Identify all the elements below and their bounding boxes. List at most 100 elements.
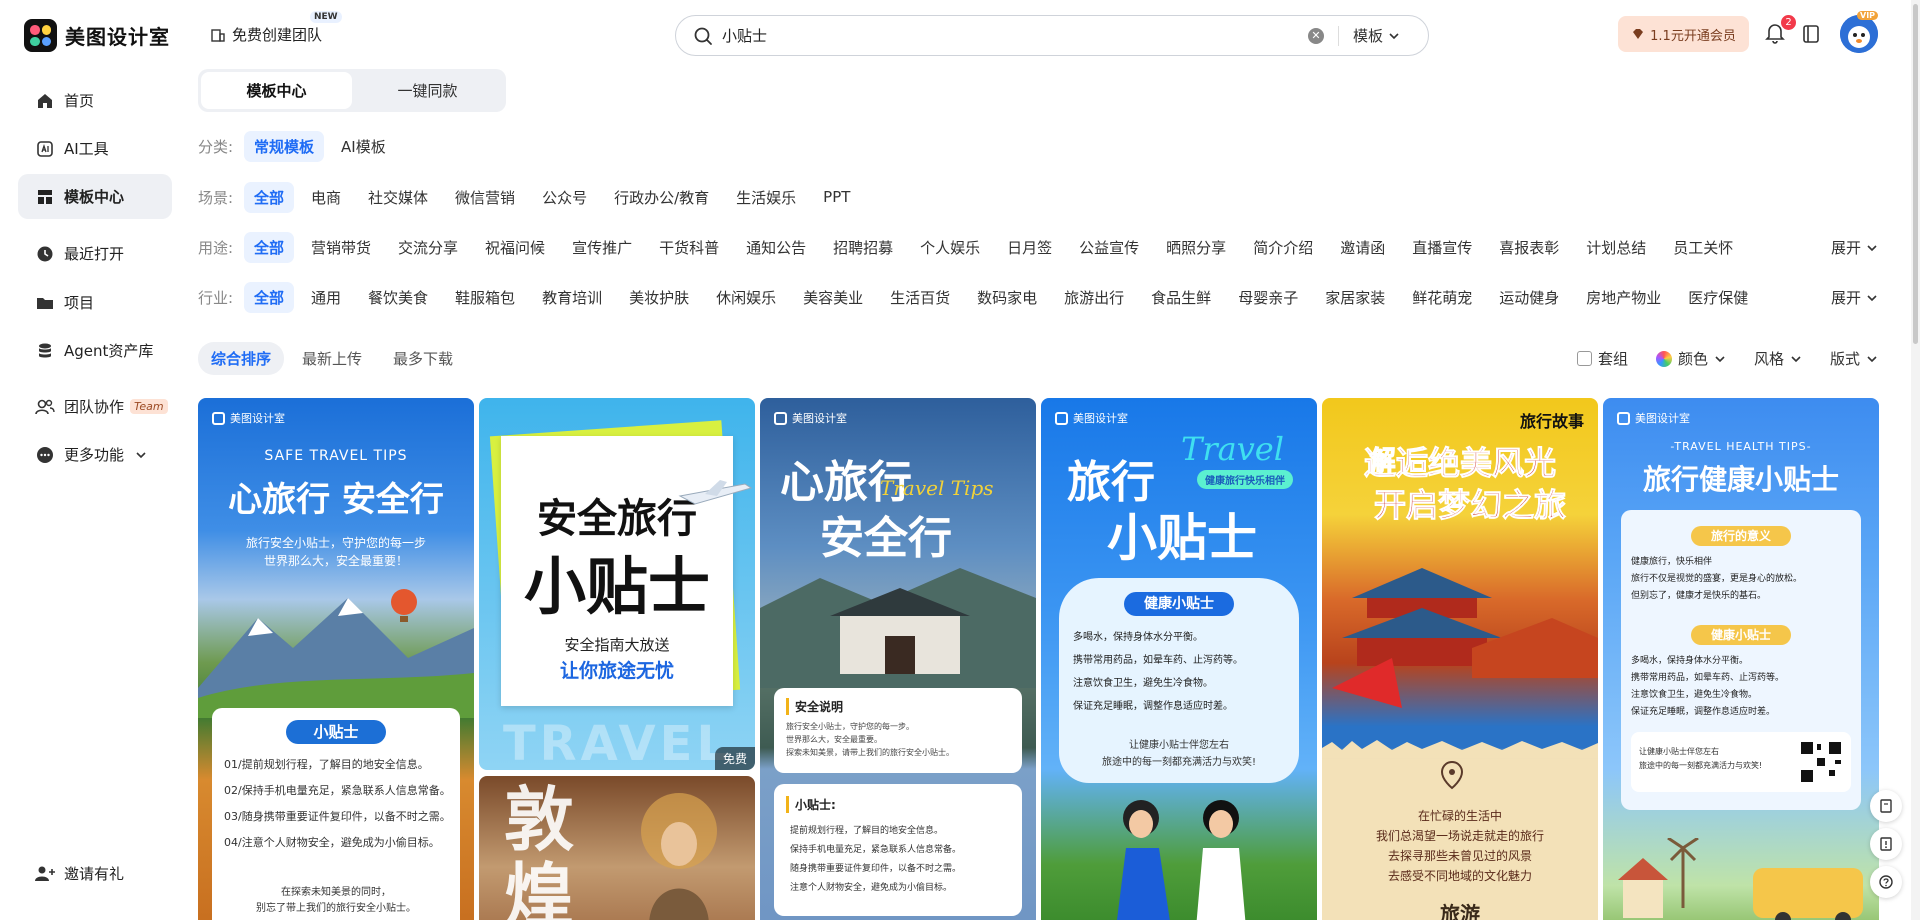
filter-option[interactable]: PPT	[813, 183, 860, 211]
countryside-illustration	[1618, 838, 1863, 920]
panel-line: 保持手机电量充足，紧急联系人信息常备。	[790, 845, 962, 855]
sidebar-item-team[interactable]: 团队协作 Team	[18, 384, 172, 429]
card-footer: 别忘了带上我们的旅行安全小贴士。	[256, 903, 416, 914]
search-input[interactable]	[722, 26, 1308, 45]
filter-option[interactable]: 晒照分享	[1156, 232, 1236, 263]
filter-option[interactable]: 餐饮美食	[358, 282, 438, 313]
filter-option[interactable]: 休闲娱乐	[706, 282, 786, 313]
sort-option[interactable]: 综合排序	[198, 341, 285, 375]
sidebar-item-projects[interactable]: 项目	[18, 280, 172, 325]
filter-option[interactable]: 日月签	[997, 232, 1062, 263]
filter-option[interactable]: 家居家装	[1315, 282, 1395, 313]
filter-option[interactable]: 母婴亲子	[1228, 282, 1308, 313]
tab-one-click-same[interactable]: 一键同款	[352, 72, 503, 109]
color-filter-dropdown[interactable]: 颜色	[1655, 348, 1726, 369]
filter-option[interactable]: 公众号	[532, 182, 597, 213]
app-logo[interactable]: 美图设计室	[24, 19, 170, 52]
filter-option[interactable]: 营销带货	[301, 232, 381, 263]
template-card[interactable]: 美图设计室 SAFE TRAVEL TIPS 心旅行 安全行 旅行安全小贴士，守…	[198, 398, 474, 920]
filter-option[interactable]: 员工关怀	[1663, 232, 1743, 263]
tab-template-center[interactable]: 模板中心	[201, 72, 352, 109]
sort-option[interactable]: 最多下载	[380, 342, 466, 375]
notification-button[interactable]: 2	[1765, 15, 1796, 48]
floating-edit-button[interactable]	[1870, 790, 1902, 822]
template-card[interactable]: 敦煌	[479, 776, 755, 920]
filter-option[interactable]: 干货科普	[649, 232, 729, 263]
expand-industry-button[interactable]: 展开	[1831, 287, 1878, 308]
filter-option[interactable]: 教育培训	[532, 282, 612, 313]
filter-option[interactable]: 简介介绍	[1243, 232, 1323, 263]
filter-option[interactable]: 数码家电	[967, 282, 1047, 313]
template-card[interactable]: 美图设计室 心旅行 安全行 Travel Tips 安全说明 旅行安全小贴士，守…	[760, 398, 1036, 920]
sidebar-item-templates[interactable]: 模板中心	[18, 174, 172, 219]
expand-usage-button[interactable]: 展开	[1831, 237, 1878, 258]
filter-option[interactable]: 全部	[244, 281, 295, 313]
filter-option[interactable]: 宣传推广	[562, 232, 642, 263]
chevron-down-icon	[1791, 355, 1801, 362]
filter-option[interactable]: 运动健身	[1489, 282, 1569, 313]
panel-line: 注意个人财物安全，避免成为小偷目标。	[790, 883, 953, 893]
filter-option[interactable]: 鲜花萌宠	[1402, 282, 1482, 313]
filter-option[interactable]: 喜报表彰	[1489, 232, 1569, 263]
sidebar-item-more[interactable]: 更多功能	[18, 432, 172, 477]
filter-option[interactable]: 食品生鲜	[1141, 282, 1221, 313]
filter-option[interactable]: 美容美业	[793, 282, 873, 313]
filter-option[interactable]: 邀请函	[1330, 232, 1395, 263]
search-icon[interactable]	[692, 25, 714, 47]
torn-edge-decoration	[1322, 740, 1598, 758]
filter-option[interactable]: 通用	[301, 282, 351, 313]
filter-option[interactable]: 行政办公/教育	[604, 182, 719, 213]
card-watermark: 美图设计室	[1055, 410, 1128, 426]
create-team-button[interactable]: 免费创建团队 NEW	[210, 11, 342, 45]
vip-membership-button[interactable]: 1.1元开通会员	[1618, 16, 1749, 52]
filter-option[interactable]: 社交媒体	[358, 182, 438, 213]
filter-option[interactable]: 常规模板	[244, 130, 325, 162]
filter-option[interactable]: 房地产物业	[1576, 282, 1671, 313]
style-filter-dropdown[interactable]: 风格	[1754, 348, 1802, 369]
filter-option[interactable]: 生活百货	[880, 282, 960, 313]
filter-option[interactable]: 医疗保健	[1678, 282, 1758, 313]
floating-help-button[interactable]	[1870, 866, 1902, 898]
filter-option[interactable]: 旅游出行	[1054, 282, 1134, 313]
filter-option[interactable]: 交流分享	[388, 232, 468, 263]
filter-option[interactable]: AI模板	[331, 131, 396, 162]
filter-option[interactable]: 通知公告	[736, 232, 816, 263]
template-card[interactable]: 旅行故事 邂逅绝美风光 开启梦幻之旅 在忙碌的生活中 我们总渴望一场说走就走的旅…	[1322, 398, 1598, 920]
scrollbar-thumb[interactable]	[1913, 4, 1918, 344]
temple-illustration	[1332, 568, 1598, 708]
filter-option[interactable]: 直播宣传	[1402, 232, 1482, 263]
user-avatar[interactable]: VIP	[1840, 11, 1879, 53]
floating-feedback-button[interactable]	[1870, 828, 1902, 860]
filter-option[interactable]: 祝福问候	[475, 232, 555, 263]
layout-filter-dropdown[interactable]: 版式	[1830, 348, 1878, 369]
sort-option[interactable]: 最新上传	[289, 342, 375, 375]
template-card[interactable]: 美图设计室 -TRAVEL HEALTH TIPS- 旅行健康小贴士 旅行的意义…	[1603, 398, 1879, 920]
filter-option[interactable]: 公益宣传	[1069, 232, 1149, 263]
sidebar-item-recent[interactable]: 最近打开	[18, 231, 172, 276]
sidebar-item-invite[interactable]: 邀请有礼	[18, 851, 172, 896]
filter-option[interactable]: 美妆护肤	[619, 282, 699, 313]
filter-option[interactable]: 全部	[244, 181, 295, 213]
filter-option[interactable]: 生活娱乐	[726, 182, 806, 213]
card-paragraph: 在忙碌的生活中 我们总渴望一场说走就走的旅行 去探寻那些未曾见过的风景 去感受不…	[1322, 806, 1598, 886]
search-scope-dropdown[interactable]: 模板	[1353, 25, 1400, 46]
filter-option[interactable]: 鞋服箱包	[445, 282, 525, 313]
page-scrollbar[interactable]	[1911, 0, 1920, 920]
travelers-illustration	[1117, 800, 1246, 920]
template-card[interactable]: 安全旅行 小贴士 安全指南大放送 让你旅途无忧 TRAVEL 免费	[479, 398, 755, 770]
filter-category: 分类: 常规模板 AI模板	[198, 130, 1878, 162]
sidebar-item-ai-tools[interactable]: AI工具	[18, 126, 172, 171]
set-checkbox[interactable]: 套组	[1576, 348, 1628, 369]
sidebar-item-label: 项目	[64, 294, 95, 312]
sidebar-item-agent-assets[interactable]: Agent资产库	[18, 328, 172, 373]
filter-option[interactable]: 全部	[244, 231, 295, 263]
workspace-button[interactable]	[1802, 24, 1820, 48]
filter-option[interactable]: 电商	[301, 182, 351, 213]
filter-option[interactable]: 个人娱乐	[910, 232, 990, 263]
filter-option[interactable]: 招聘招募	[823, 232, 903, 263]
clear-search-icon[interactable]: ✕	[1307, 27, 1324, 44]
filter-option[interactable]: 计划总结	[1576, 232, 1656, 263]
template-card[interactable]: 美图设计室 Travel 旅行 小贴士 健康旅行快乐相伴 健康小贴士 多喝水，保…	[1041, 398, 1317, 920]
sidebar-item-home[interactable]: 首页	[18, 78, 172, 123]
filter-option[interactable]: 微信营销	[445, 182, 525, 213]
